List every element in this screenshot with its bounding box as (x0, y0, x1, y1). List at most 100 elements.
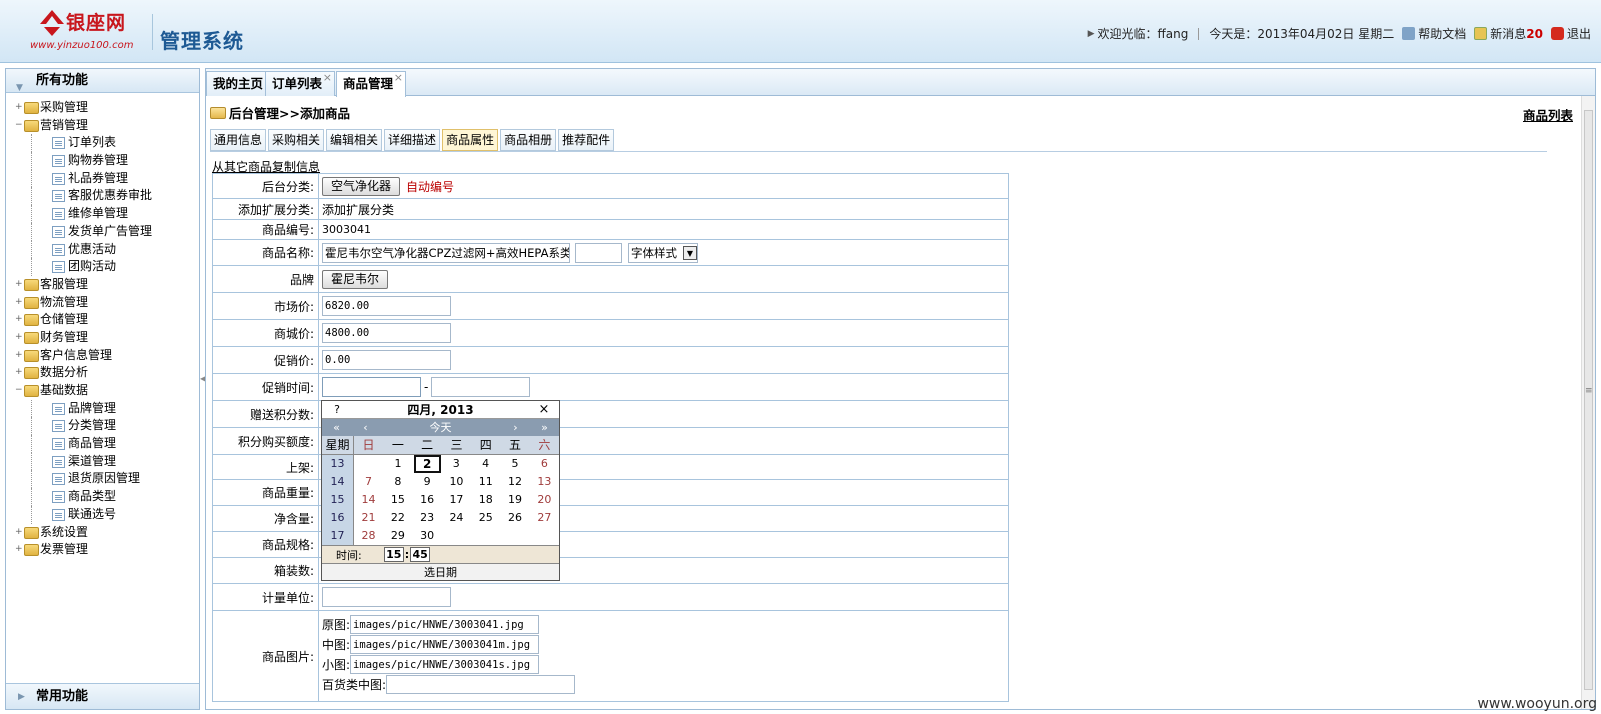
calendar-day[interactable]: 1 (383, 455, 412, 473)
font-style-select[interactable]: 字体样式 ▼ (628, 242, 698, 263)
subtab[interactable]: 商品相册 (500, 129, 557, 151)
prev-year-button[interactable]: « (322, 419, 351, 436)
subtab[interactable]: 通用信息 (210, 129, 267, 151)
tree-item[interactable]: 维修单管理 (14, 205, 199, 223)
help-icon[interactable]: ? (322, 401, 352, 418)
tree-item[interactable]: 发货单广告管理 (14, 222, 199, 241)
calendar-day[interactable]: 5 (500, 455, 529, 473)
collapse-icon[interactable]: − (15, 386, 23, 395)
hour-field[interactable]: 15 (383, 547, 404, 562)
expand-icon[interactable]: + (15, 315, 23, 324)
calendar-day[interactable]: 27 (530, 509, 559, 527)
tab-product-management[interactable]: 商品管理 × (336, 71, 407, 97)
vertical-scrollbar[interactable]: ≡ (1581, 96, 1595, 709)
expand-icon[interactable]: + (15, 545, 23, 554)
calendar-day[interactable]: 12 (500, 473, 529, 491)
market-price-input[interactable]: 6820.00 (322, 296, 451, 316)
calendar-day[interactable]: 23 (413, 509, 442, 527)
calendar-day[interactable]: 22 (383, 509, 412, 527)
product-list-link[interactable]: 商品列表 (1523, 105, 1573, 124)
tree-item[interactable]: 礼品券管理 (14, 169, 199, 188)
product-name-input[interactable]: 霍尼韦尔空气净化器CPZ过滤网+高效HEPA系类 2 (322, 242, 570, 263)
product-name-extra-input[interactable] (575, 242, 622, 263)
tree-folder[interactable]: + 财务管理 (14, 329, 199, 347)
backend-category-button[interactable]: 空气净化器 (322, 176, 401, 196)
tree-folder[interactable]: − 基础数据 (14, 382, 199, 400)
subtab[interactable]: 推荐配件 (558, 129, 615, 151)
calendar-day[interactable]: 7 (354, 473, 383, 491)
tree-item[interactable]: 优惠活动 (14, 240, 199, 259)
img-orig-input[interactable]: images/pic/HNWE/3003041.jpg (350, 614, 540, 634)
tree-item[interactable]: 渠道管理 (14, 452, 199, 471)
expand-icon[interactable]: + (15, 297, 23, 307)
img-mid-input[interactable]: images/pic/HNWE/3003041m.jpg (350, 634, 540, 654)
tree-item[interactable]: 品牌管理 (14, 399, 199, 418)
expand-icon[interactable]: + (15, 279, 23, 289)
tree-item[interactable]: 商品管理 (14, 435, 199, 453)
calendar-day[interactable]: 29 (383, 527, 412, 545)
tree-item[interactable]: 联通选号 (14, 505, 199, 524)
expand-icon[interactable]: + (15, 368, 23, 377)
subtab[interactable]: 采购相关 (268, 129, 325, 151)
expand-icon[interactable]: + (15, 527, 23, 537)
tree-folder[interactable]: + 发票管理 (14, 541, 199, 559)
promo-start-input[interactable] (322, 377, 421, 397)
calendar-day[interactable]: 18 (471, 491, 500, 509)
next-month-button[interactable]: › (501, 419, 530, 436)
tab-home[interactable]: 我的主页 (206, 71, 271, 96)
collapse-icon[interactable]: − (15, 120, 23, 130)
img-dept-input[interactable] (386, 674, 576, 694)
calendar-day[interactable]: 21 (354, 509, 383, 527)
sidebar-footer[interactable]: ▶ 常用功能 (6, 683, 199, 709)
ext-category-link[interactable]: 添加扩展分类 (319, 199, 1008, 219)
calendar-day[interactable]: 10 (442, 473, 471, 491)
tree-folder[interactable]: − 营销管理 (14, 117, 199, 135)
minute-field[interactable]: 45 (410, 547, 431, 562)
tree-folder[interactable]: + 客服管理 (14, 276, 199, 294)
calendar-day[interactable]: 9 (413, 473, 442, 491)
calendar-day[interactable]: 26 (500, 509, 529, 527)
calendar-day[interactable]: 11 (471, 473, 500, 491)
calendar-day[interactable]: 19 (500, 491, 529, 509)
calendar-day[interactable]: 13 (530, 473, 559, 491)
calendar-day[interactable]: 14 (354, 491, 383, 509)
tree-item[interactable]: 客服优惠券审批 (14, 187, 199, 206)
pick-date-button[interactable]: 选日期 (322, 563, 559, 580)
subtab[interactable]: 编辑相关 (326, 129, 383, 151)
tree-item[interactable]: 分类管理 (14, 417, 199, 436)
tree-item[interactable]: 团购活动 (14, 258, 199, 276)
calendar-day[interactable]: 28 (354, 527, 383, 545)
unit-input[interactable] (322, 587, 451, 607)
tab-order-list[interactable]: 订单列表 × (265, 71, 336, 96)
calendar-day[interactable]: 8 (383, 473, 412, 491)
today-button[interactable]: 今天 (380, 419, 501, 436)
logout-link[interactable]: 退出 (1550, 25, 1591, 42)
brand-button[interactable]: 霍尼韦尔 (322, 269, 389, 289)
tree-item[interactable]: 购物券管理 (14, 152, 199, 170)
subtab[interactable]: 详细描述 (384, 129, 441, 151)
tree-item[interactable]: 订单列表 (14, 134, 199, 153)
help-link[interactable]: 帮助文档 (1402, 25, 1466, 42)
next-year-button[interactable]: » (530, 419, 559, 436)
calendar-day[interactable]: 20 (530, 491, 559, 509)
calendar-day[interactable]: 4 (471, 455, 500, 473)
tree-folder[interactable]: + 数据分析 (14, 364, 199, 382)
tree-folder[interactable]: + 仓储管理 (14, 311, 199, 329)
calendar-day[interactable]: 16 (413, 491, 442, 509)
new-message-link[interactable]: 新消息 20 (1474, 25, 1543, 42)
expand-icon[interactable]: + (15, 350, 23, 360)
calendar-day[interactable]: 30 (413, 527, 442, 545)
promo-end-input[interactable] (431, 377, 531, 397)
sidebar-header[interactable]: ▼ 所有功能 (6, 69, 199, 93)
calendar-day[interactable]: 15 (383, 491, 412, 509)
expand-icon[interactable]: + (15, 332, 23, 342)
close-icon[interactable]: × (529, 401, 559, 418)
tree-folder[interactable]: + 客户信息管理 (14, 347, 199, 365)
close-icon[interactable]: × (323, 66, 332, 90)
calendar-day[interactable]: 3 (442, 455, 471, 473)
scroll-thumb[interactable] (1584, 110, 1593, 690)
expand-icon[interactable]: + (15, 103, 23, 112)
tree-folder[interactable]: + 物流管理 (14, 294, 199, 312)
calendar-day[interactable]: 25 (471, 509, 500, 527)
calendar-day[interactable]: 24 (442, 509, 471, 527)
